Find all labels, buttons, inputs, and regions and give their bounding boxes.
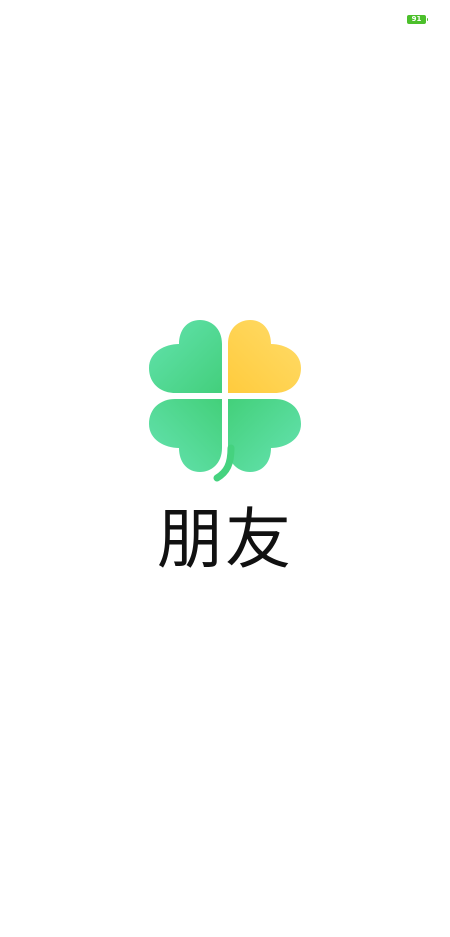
leaf-bottom-left [149,399,222,472]
four-leaf-clover-icon [149,320,301,482]
splash-screen: 朋友 [0,0,450,937]
app-name: 朋友 [157,501,293,578]
leaf-top-right [228,320,301,393]
leaf-bottom-right [228,399,301,472]
leaf-top-left [149,320,222,393]
